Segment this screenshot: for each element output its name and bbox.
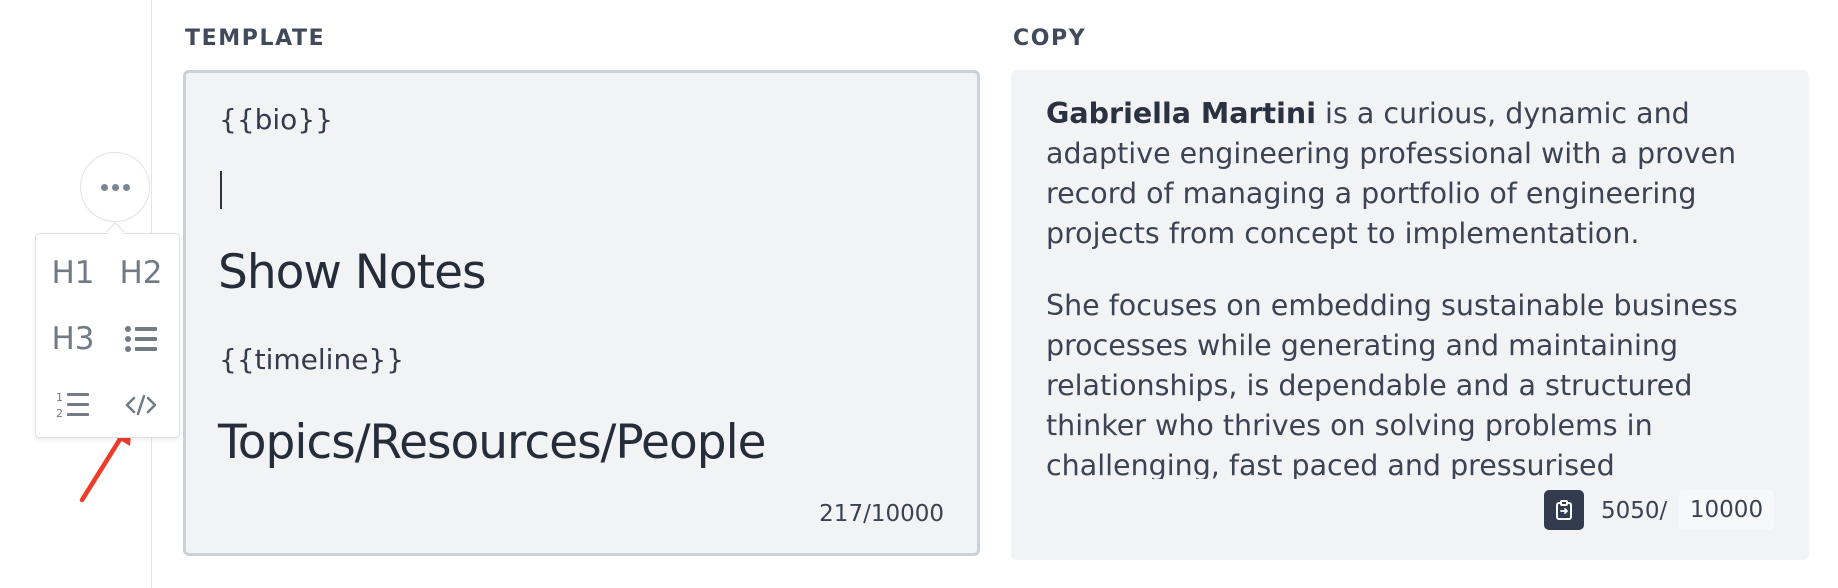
template-char-count: 217/10000 — [819, 501, 944, 527]
copy-to-clipboard-button[interactable] — [1544, 490, 1584, 530]
more-options-button[interactable] — [80, 152, 150, 222]
text-cursor — [220, 171, 222, 209]
copy-label: COPY — [1013, 26, 1087, 51]
heading-2-button[interactable]: H2 — [110, 245, 172, 301]
more-horizontal-icon — [100, 183, 108, 191]
svg-text:1: 1 — [56, 391, 63, 404]
copy-paragraph-1: Gabriella Martini is a curious, dynamic … — [1046, 94, 1746, 254]
copy-paragraph-2: She focuses on embedding sustainable bus… — [1046, 289, 1738, 479]
template-timeline-variable[interactable]: {{timeline}} — [219, 343, 404, 376]
copy-preview: Gabriella Martini is a curious, dynamic … — [1011, 70, 1809, 560]
svg-text:2: 2 — [56, 407, 63, 420]
heading-2-label: H2 — [119, 255, 163, 291]
copy-char-limit: 10000 — [1679, 490, 1774, 530]
more-dot — [111, 183, 119, 191]
copy-text: Gabriella Martini is a curious, dynamic … — [1046, 94, 1746, 479]
template-editor[interactable]: {{bio}} Show Notes {{timeline}} Topics/R… — [183, 70, 980, 556]
heading-1-button[interactable]: H1 — [42, 245, 104, 301]
code-block-button[interactable] — [110, 377, 172, 433]
code-icon — [125, 394, 157, 416]
template-heading-topics[interactable]: Topics/Resources/People — [218, 415, 767, 470]
heading-3-button[interactable]: H3 — [42, 311, 104, 367]
copy-name: Gabriella Martini — [1046, 97, 1316, 130]
more-dot — [122, 183, 130, 191]
format-menu: H1 H2 H3 1 2 — [35, 233, 180, 438]
clipboard-icon — [1556, 500, 1572, 520]
template-heading-show-notes[interactable]: Show Notes — [218, 245, 487, 300]
numbered-list-icon: 1 2 — [56, 391, 89, 420]
copy-char-count: 5050/ — [1601, 498, 1668, 524]
numbered-list-button[interactable]: 1 2 — [42, 377, 104, 433]
template-bio-variable[interactable]: {{bio}} — [219, 103, 333, 136]
heading-3-label: H3 — [51, 321, 95, 357]
template-label: TEMPLATE — [185, 26, 326, 51]
heading-1-label: H1 — [51, 255, 95, 291]
bulleted-list-button[interactable] — [110, 311, 172, 367]
bulleted-list-icon — [125, 326, 157, 352]
